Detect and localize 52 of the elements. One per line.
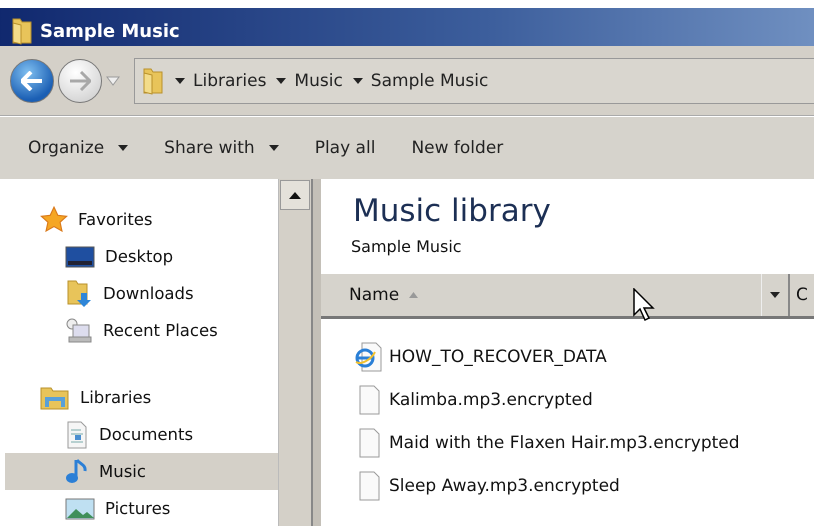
back-arrow-icon [21,70,43,90]
caret-icon [268,145,279,151]
window-title: Sample Music [40,20,180,42]
column-header[interactable]: Name [321,274,761,316]
download-folder-icon [65,278,93,308]
scroll-up-button[interactable] [280,180,310,210]
address-field[interactable]: Libraries Music Sample Music [134,58,814,104]
toolbar-button[interactable]: Play all [314,138,376,158]
nav-group[interactable]: Libraries [0,379,278,416]
mouse-pointer-icon [633,288,655,322]
library-folder-icon [40,384,70,410]
folder-icon [141,66,165,94]
library-subtitle: Sample Music [351,237,463,256]
breadcrumb[interactable]: Music [294,70,343,90]
dropdown-icon[interactable] [106,76,120,86]
breadcrumb[interactable]: Sample Music [370,70,488,90]
file-item[interactable]: Maid with the Flaxen Hair.mp3.encrypted [355,421,814,464]
nav-item[interactable]: Recent Places [5,312,278,349]
picture-icon [65,496,95,520]
folder-icon [10,17,34,45]
music-note-icon [65,458,89,486]
back-button[interactable] [10,58,54,102]
up-arrow-icon [289,192,301,198]
star-icon [40,206,68,234]
nav-item[interactable]: Pictures [5,490,278,526]
forward-button[interactable] [58,58,102,102]
caret-icon [770,292,780,298]
toolbar-button[interactable]: Share with [164,138,279,158]
file-item[interactable]: HOW_TO_RECOVER_DATA [355,335,814,378]
scrollbar[interactable] [278,179,311,526]
sort-arrow-icon [409,292,418,298]
nav-item[interactable]: Documents [5,416,278,453]
library-title: Music library [353,193,552,229]
caret-icon [118,145,128,151]
file-item[interactable]: Sleep Away.mp3.encrypted [355,464,814,507]
nav-group[interactable]: Favorites [0,201,278,238]
monitor-icon [65,244,95,268]
web-document-icon [355,340,383,372]
recent-places-icon [65,316,93,344]
caret-icon [175,78,185,84]
column-header[interactable]: C [788,274,814,316]
nav-item[interactable]: Desktop [5,238,278,275]
nav-item[interactable]: Downloads [5,275,278,312]
forward-arrow-icon [69,70,91,90]
document-icon [65,420,89,448]
toolbar-button[interactable]: New folder [411,138,504,158]
caret-icon [276,78,286,84]
toolbar-button[interactable]: Organize [28,138,128,158]
file-item[interactable]: Kalimba.mp3.encrypted [355,378,814,421]
breadcrumb[interactable]: Libraries [193,70,266,90]
nav-item[interactable]: Music [5,453,278,490]
caret-icon [352,78,363,84]
